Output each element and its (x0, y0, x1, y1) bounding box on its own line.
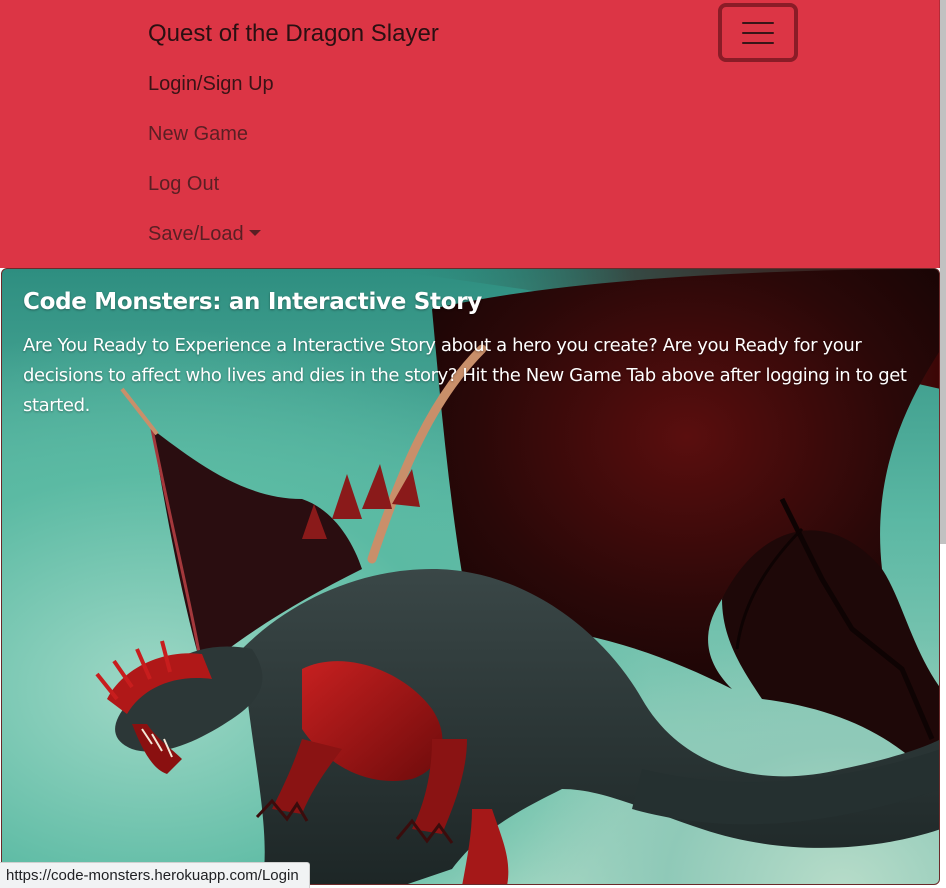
navbar-toggler-button[interactable] (718, 3, 798, 62)
page-scrollbar[interactable] (940, 0, 946, 544)
status-bar-url: https://code-monsters.herokuapp.com/Logi… (0, 862, 310, 888)
save-load-label: Save/Load (148, 223, 244, 245)
hamburger-menu-icon-bar-3 (742, 41, 774, 44)
nav-menu: Login/Sign Up New Game Log Out Save/Load (148, 68, 274, 268)
hamburger-menu-icon-bar-2 (742, 31, 774, 34)
hero-description: Are You Ready to Experience a Interactiv… (23, 335, 907, 416)
nav-item-log-out[interactable]: Log Out (148, 168, 274, 218)
nav-item-login-signup[interactable]: Login/Sign Up (148, 68, 274, 118)
nav-item-new-game[interactable]: New Game (148, 118, 274, 168)
hero-card: Code Monsters: an Interactive Story Are … (1, 268, 940, 885)
hamburger-menu-icon (742, 21, 774, 24)
navbar-brand[interactable]: Quest of the Dragon Slayer (148, 18, 439, 50)
nav-item-save-load-dropdown[interactable]: Save/Load (148, 218, 274, 268)
top-navbar: Quest of the Dragon Slayer Login/Sign Up… (0, 0, 940, 268)
caret-down-icon (248, 230, 261, 236)
hero-title: Code Monsters: an Interactive Story (23, 289, 482, 315)
